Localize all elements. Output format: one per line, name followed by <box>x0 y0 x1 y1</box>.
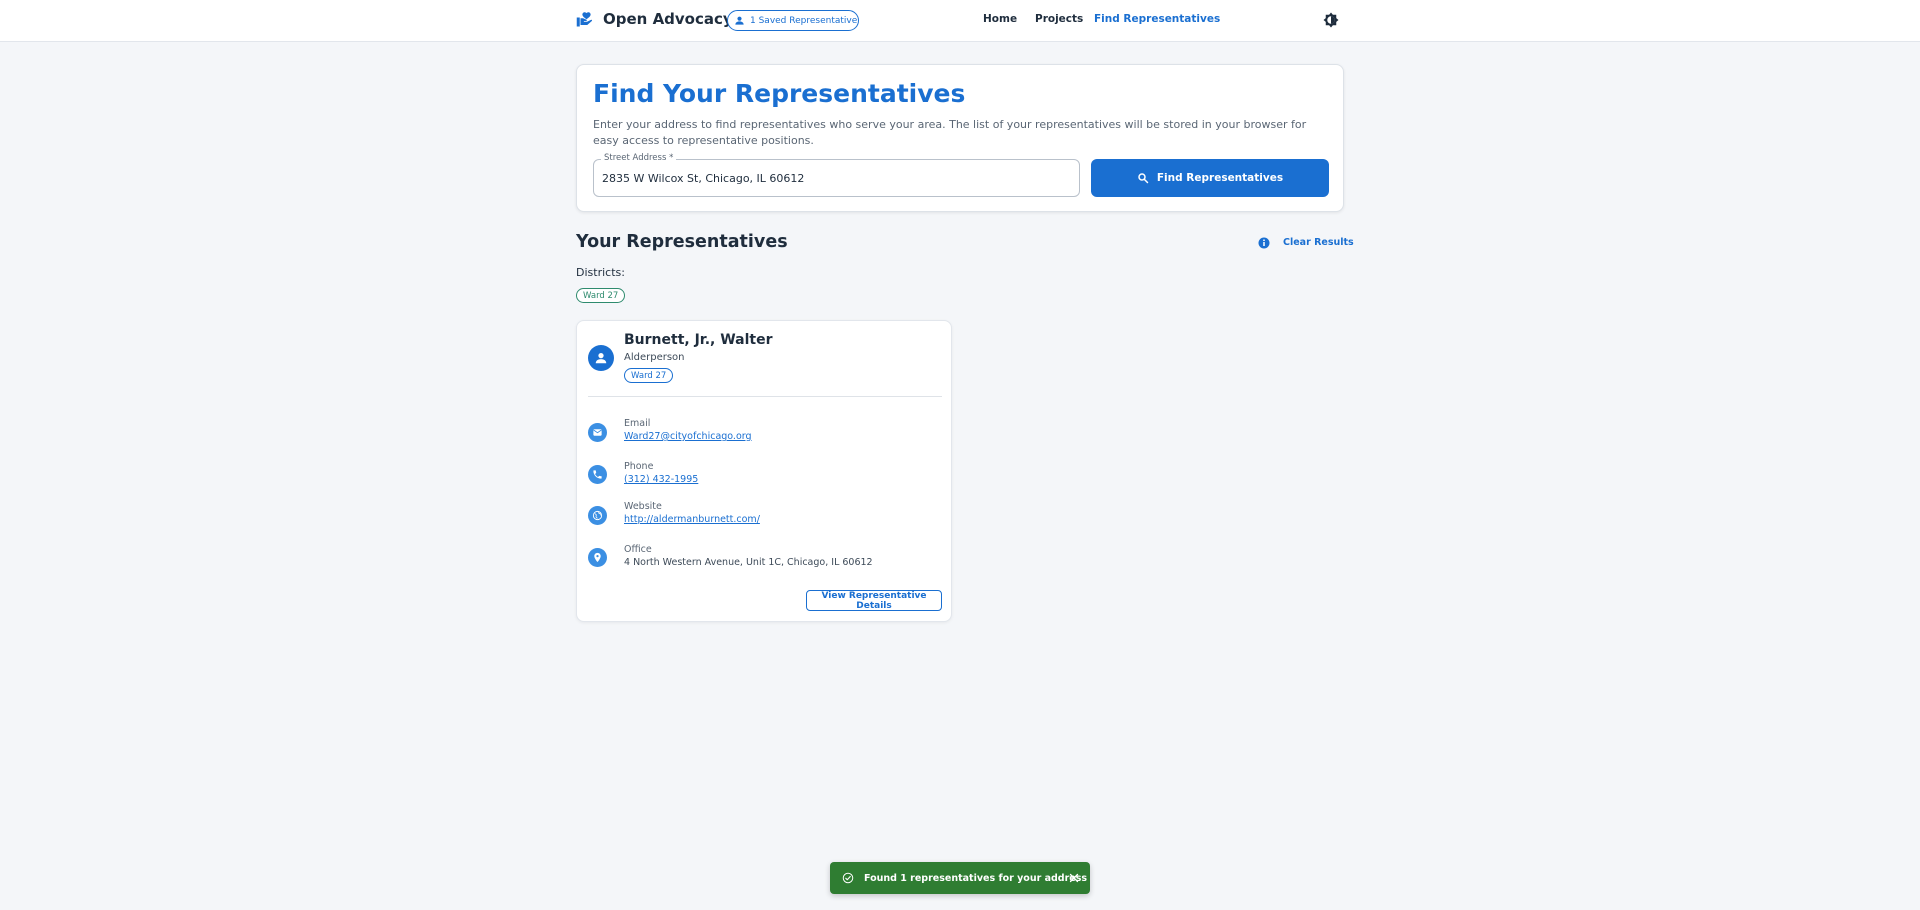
representative-ward-chip: Ward 27 <box>624 368 674 383</box>
representative-role: Alderperson <box>624 352 685 363</box>
email-link[interactable]: Ward27@cityofchicago.org <box>624 431 752 442</box>
search-card: Find Your Representatives Enter your add… <box>576 64 1344 212</box>
theme-toggle-icon[interactable] <box>1322 11 1340 29</box>
phone-handset-icon <box>593 470 602 479</box>
office-address: 4 North Western Avenue, Unit 1C, Chicago… <box>624 557 873 568</box>
top-navigation-bar: Open Advocacy 1 Saved Representative Hom… <box>0 0 1920 42</box>
nav-home[interactable]: Home <box>983 13 1017 25</box>
close-icon[interactable] <box>1068 872 1080 884</box>
divider <box>588 396 942 397</box>
nav-projects[interactable]: Projects <box>1035 13 1083 25</box>
person-icon <box>735 16 744 25</box>
saved-representatives-button[interactable]: 1 Saved Representative <box>727 10 859 31</box>
street-address-label: Street Address * <box>601 153 677 163</box>
search-icon <box>1138 173 1149 184</box>
website-icon <box>592 510 603 521</box>
districts-label: Districts: <box>576 266 625 279</box>
website-link[interactable]: http://aldermanburnett.com/ <box>624 514 760 525</box>
representative-card: Burnett, Jr., Walter Alderperson Ward 27… <box>576 320 952 622</box>
phone-link[interactable]: (312) 432-1995 <box>624 474 698 485</box>
clear-results-button[interactable]: Clear Results <box>1283 237 1354 248</box>
find-representatives-button[interactable]: Find Representatives <box>1091 159 1329 197</box>
check-circle-icon <box>842 872 854 884</box>
results-title: Your Representatives <box>576 232 788 252</box>
brand[interactable]: Open Advocacy <box>576 10 733 28</box>
globe-icon <box>588 506 607 525</box>
saved-pill-label: 1 Saved Representative <box>750 15 858 26</box>
success-toast: Found 1 representatives for your address <box>830 862 1090 894</box>
avatar <box>588 345 614 371</box>
location-pin-icon <box>588 548 607 567</box>
find-button-label: Find Representatives <box>1156 172 1284 184</box>
hand-heart-icon <box>576 12 593 27</box>
search-description: Enter your address to find representativ… <box>593 118 1307 147</box>
app-name: Open Advocacy <box>603 10 733 28</box>
info-icon[interactable] <box>1258 237 1270 249</box>
representative-name: Burnett, Jr., Walter <box>624 332 773 348</box>
toast-message: Found 1 representatives for your address <box>864 872 1088 884</box>
office-label: Office <box>624 544 652 555</box>
street-address-input[interactable] <box>602 169 1062 187</box>
map-marker-icon <box>594 552 601 563</box>
district-chip: Ward 27 <box>576 288 626 303</box>
email-label: Email <box>624 418 651 429</box>
phone-icon <box>588 465 607 484</box>
person-icon <box>595 353 607 364</box>
phone-label: Phone <box>624 461 654 472</box>
street-address-field[interactable]: Street Address * <box>593 153 1080 197</box>
view-representative-details-button[interactable]: View Representative Details <box>806 590 942 611</box>
page-title: Find Your Representatives <box>593 79 966 108</box>
email-icon <box>588 423 607 442</box>
envelope-icon <box>593 429 602 436</box>
website-label: Website <box>624 501 662 512</box>
nav-find-representatives[interactable]: Find Representatives <box>1094 13 1220 25</box>
